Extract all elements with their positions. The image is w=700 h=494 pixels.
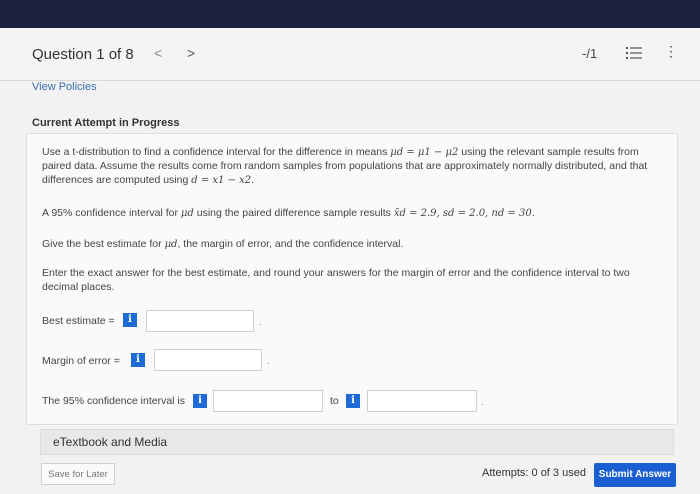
question-title: Question 1 of 8 [32,46,134,63]
score-display: -/1 [582,46,598,61]
save-for-later-button[interactable]: Save for Later [41,463,115,485]
best-estimate-input[interactable] [146,310,254,332]
info-icon[interactable]: i [131,353,145,367]
etextbook-and-media-section[interactable]: eTextbook and Media [40,429,674,455]
best-estimate-label: Best estimate = [42,315,115,327]
question-list-icon[interactable] [626,46,642,60]
more-options-icon[interactable]: ⋮ [664,44,678,58]
problem-text-line-1: Use a t-distribution to find a confidenc… [42,146,639,158]
rounding-instruction-line-2: decimal places. [42,281,115,293]
input-dot: . [481,397,484,408]
info-icon[interactable]: i [123,313,137,327]
to-label: to [330,395,339,407]
chevron-right-icon[interactable]: > [187,45,195,61]
math-expression: d = x1 − x2. [191,175,255,186]
math-expression: μd = μ1 − μ2 [390,147,459,158]
problem-text-line-2: paired data. Assume the results come fro… [42,160,648,172]
info-icon[interactable]: i [346,394,360,408]
interval-upper-input[interactable] [367,390,477,412]
interval-lower-input[interactable] [213,390,323,412]
info-icon[interactable]: i [193,394,207,408]
input-dot: . [267,356,270,367]
view-policies-link[interactable]: View Policies [32,81,97,93]
attempt-heading: Current Attempt in Progress [32,117,180,129]
problem-text-instruction: Give the best estimate for μd, the margi… [42,238,404,250]
submit-answer-button[interactable]: Submit Answer [594,463,676,487]
input-dot: . [259,317,262,328]
chevron-left-icon[interactable]: < [154,45,162,61]
problem-text-line-3: differences are computed using d = x1 − … [42,174,255,186]
etextbook-label: eTextbook and Media [53,435,168,449]
question-header: Question 1 of 8 < > -/1 ⋮ [0,28,700,81]
margin-of-error-label: Margin of error = [42,355,120,367]
margin-of-error-input[interactable] [154,349,262,371]
rounding-instruction-line-1: Enter the exact answer for the best esti… [42,267,630,279]
confidence-interval-label: The 95% confidence interval is [42,395,185,407]
attempts-counter: Attempts: 0 of 3 used [482,467,586,479]
top-bar [0,0,700,28]
problem-text-sample-results: A 95% confidence interval for μd using t… [42,207,535,219]
